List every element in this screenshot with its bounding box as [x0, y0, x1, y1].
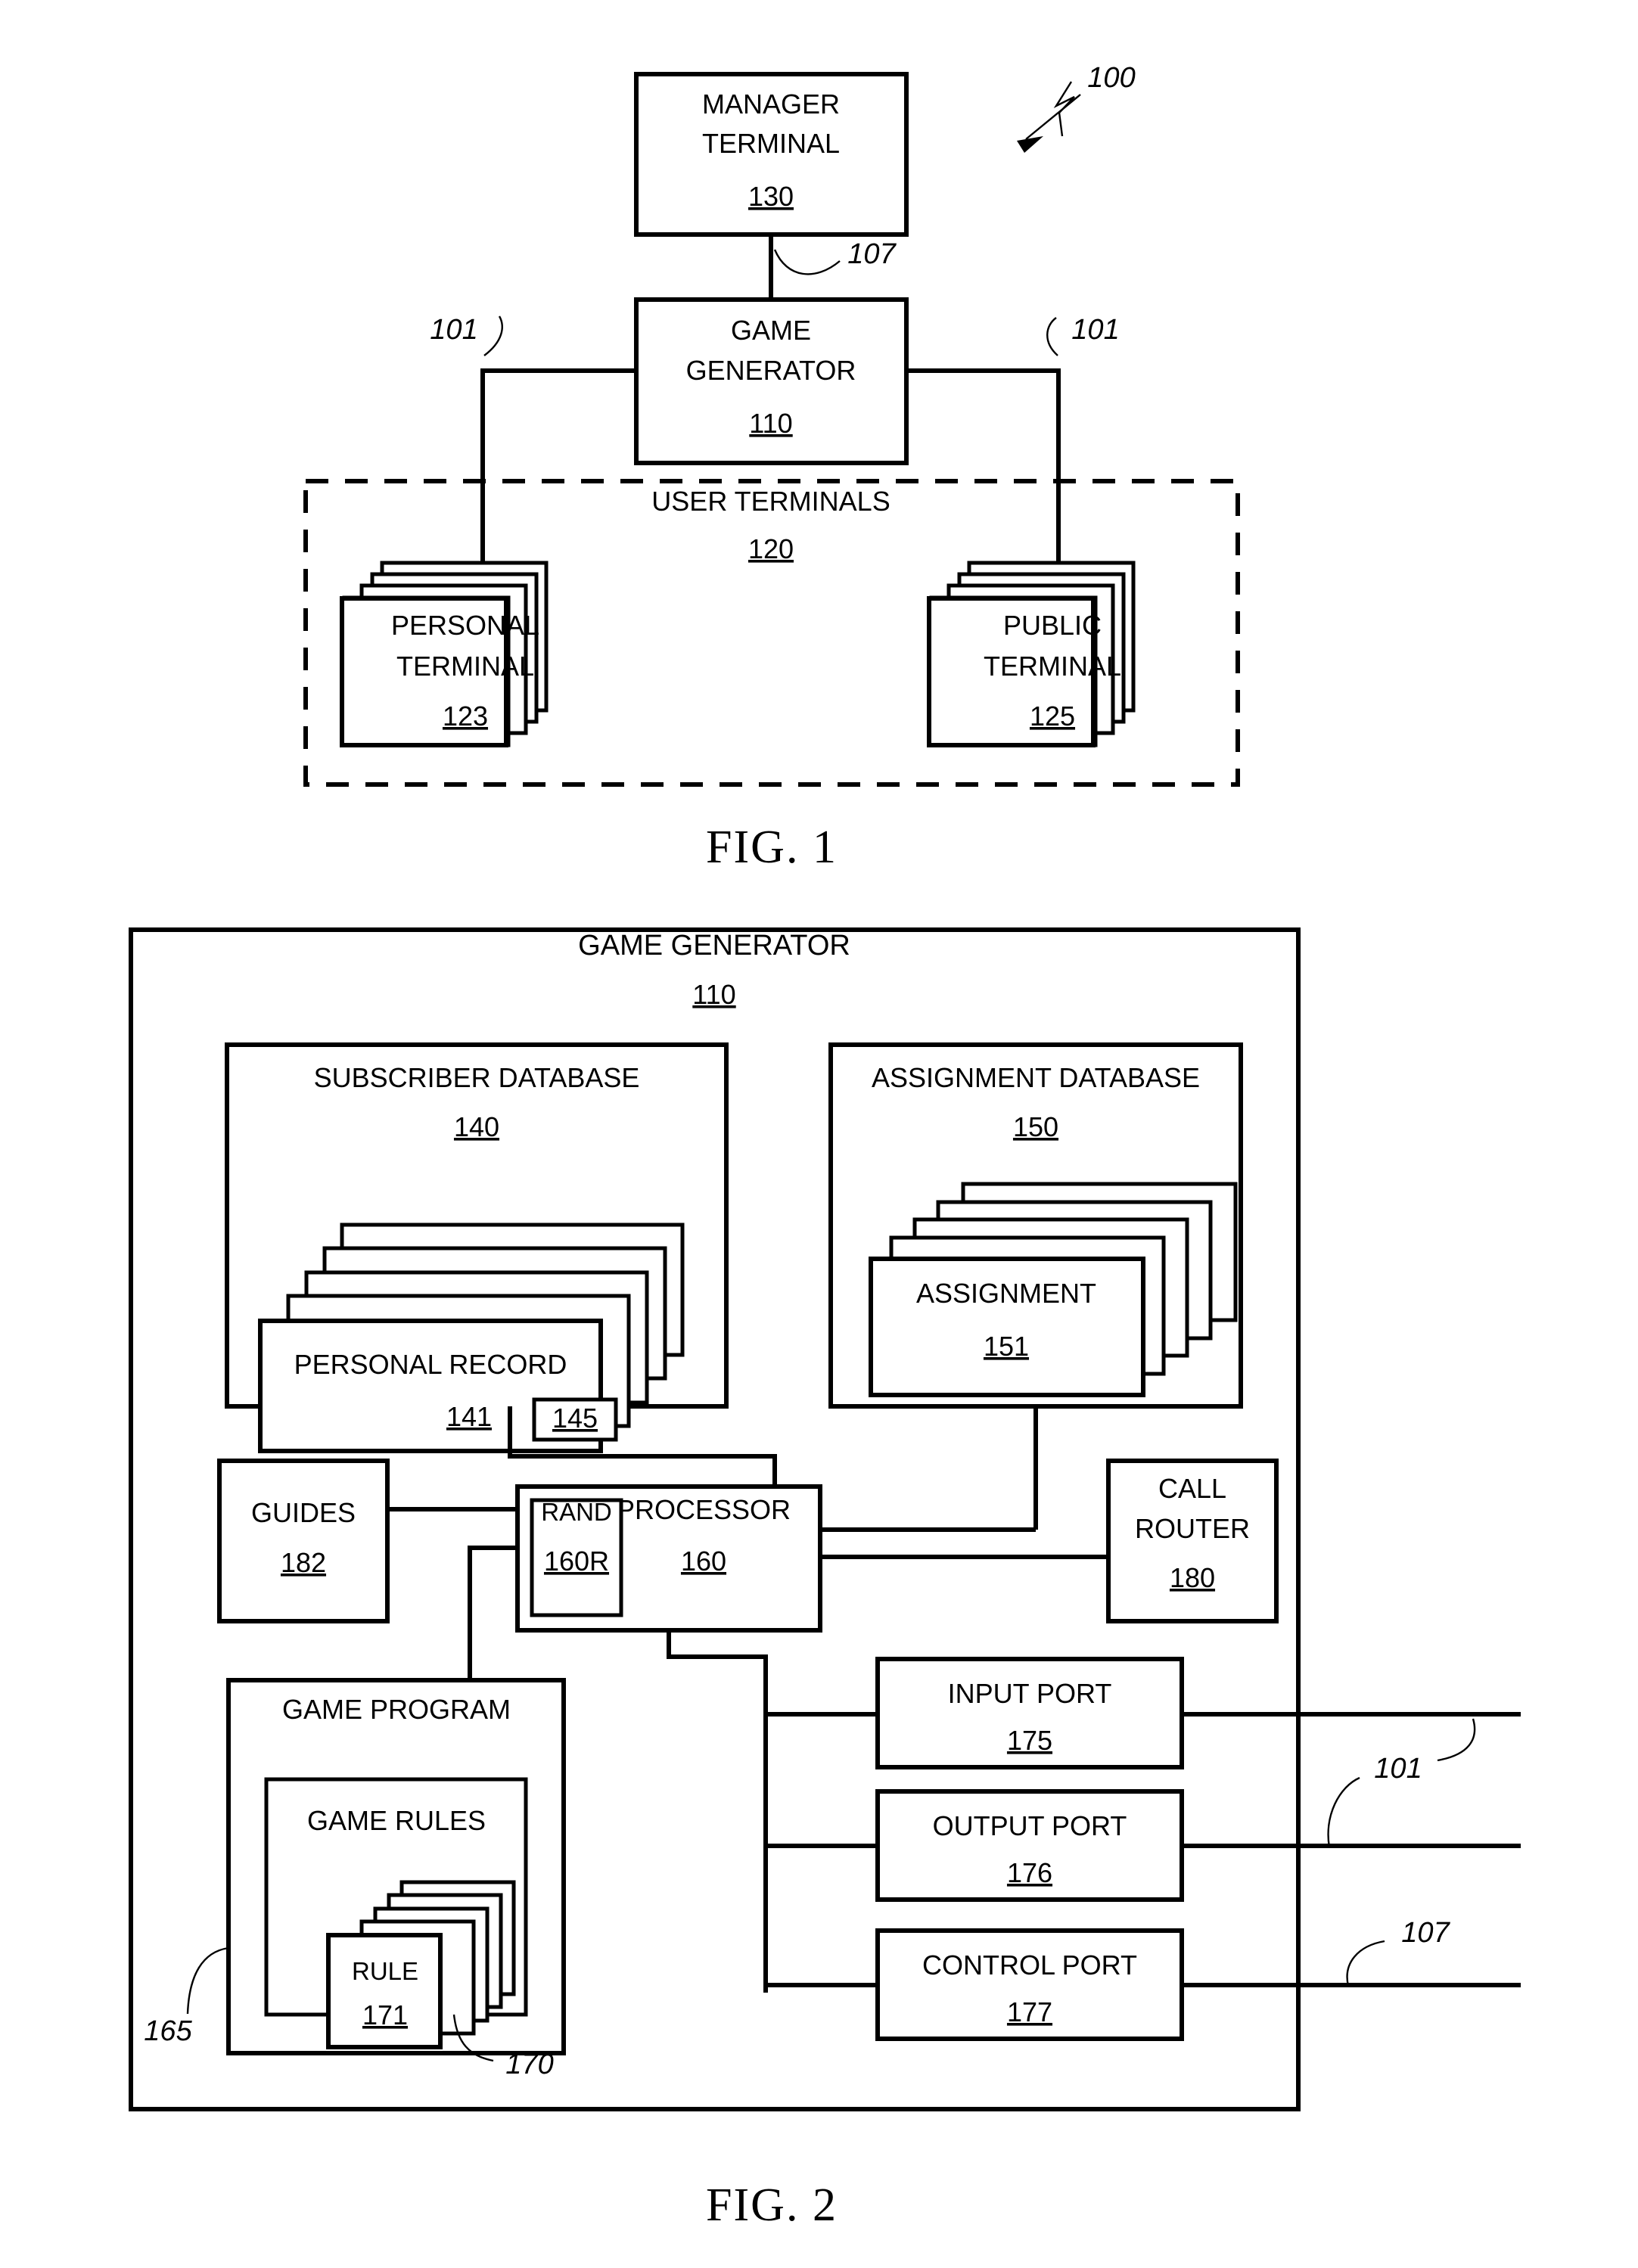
rand-label: RAND: [541, 1498, 612, 1526]
manager-terminal-ref: 130: [748, 181, 794, 212]
assignment-label: ASSIGNMENT: [916, 1278, 1096, 1309]
output-port-label: OUTPUT PORT: [933, 1810, 1127, 1841]
figure-1: MANAGER TERMINAL 130 107 100 GAME GENERA…: [303, 62, 1240, 873]
leader-107-fig1: 107: [773, 238, 897, 275]
input-port-label: INPUT PORT: [948, 1678, 1112, 1709]
figure-canvas: MANAGER TERMINAL 130 107 100 GAME GENERA…: [129, 62, 1521, 2231]
system-ref-100-label: 100: [1087, 62, 1135, 94]
processor-ref: 160: [681, 1546, 726, 1577]
subscriber-database-label: SUBSCRIBER DATABASE: [314, 1062, 640, 1093]
processor-label: PROCESSOR: [617, 1494, 791, 1525]
leader-101-right-label: 101: [1071, 314, 1119, 346]
game-generator-label-fig2: GAME GENERATOR: [578, 930, 850, 962]
block-game-rules[interactable]: GAME RULES RULE 171: [264, 1777, 528, 2049]
block-game-generator-fig1[interactable]: GAME GENERATOR 110: [634, 297, 909, 465]
block-output-port[interactable]: OUTPUT PORT 176: [875, 1789, 1184, 1902]
block-input-port[interactable]: INPUT PORT 175: [875, 1657, 1184, 1769]
block-manager-terminal[interactable]: MANAGER TERMINAL 130: [634, 72, 909, 237]
manager-terminal-label-line2: TERMINAL: [702, 128, 840, 159]
assignment-database-label: ASSIGNMENT DATABASE: [872, 1062, 1200, 1093]
personal-terminal-label-line1: PERSONAL: [391, 610, 539, 641]
system-ref-100: 100: [1017, 62, 1136, 153]
rule-ref: 171: [362, 1999, 408, 2030]
game-program-label: GAME PROGRAM: [282, 1694, 511, 1725]
guides-ref: 182: [281, 1547, 326, 1578]
game-generator-ref-fig2: 110: [692, 979, 735, 1010]
figure-1-caption: FIG. 1: [706, 822, 838, 873]
block-personal-record-stack[interactable]: PERSONAL RECORD 141 145: [258, 1223, 685, 1453]
figure-2: GAME GENERATOR 110 SUBSCRIBER DATABASE 1…: [129, 927, 1521, 2231]
game-generator-label-line2-fig1: GENERATOR: [686, 355, 856, 386]
personal-record-label: PERSONAL RECORD: [294, 1349, 567, 1380]
input-port-ref: 175: [1007, 1725, 1052, 1756]
leader-107-fig2: 107: [1346, 1917, 1451, 1987]
ref-100-arrowhead: [1017, 136, 1043, 153]
leader-107-fig2-label: 107: [1401, 1917, 1450, 1949]
block-personal-terminal-stack[interactable]: PERSONAL TERMINAL 123: [340, 561, 549, 747]
public-terminal-label-line2: TERMINAL: [984, 651, 1121, 682]
call-router-ref: 180: [1170, 1562, 1215, 1593]
leader-101-left-label: 101: [430, 314, 477, 346]
assignment-database-ref: 150: [1013, 1111, 1058, 1142]
user-terminals-ref: 120: [748, 533, 794, 564]
call-router-label-line2: ROUTER: [1135, 1513, 1250, 1544]
personal-terminal-label-line2: TERMINAL: [396, 651, 534, 682]
game-generator-label-line1-fig1: GAME: [731, 315, 811, 346]
block-control-port[interactable]: CONTROL PORT 177: [875, 1928, 1184, 2041]
leader-107-fig1-label: 107: [847, 238, 897, 270]
guides-box: [217, 1459, 390, 1623]
output-port-ref: 176: [1007, 1857, 1052, 1888]
control-port-ref: 177: [1007, 1996, 1052, 2027]
subscriber-database-ref: 140: [454, 1111, 499, 1142]
user-terminals-label: USER TERMINALS: [651, 486, 890, 517]
block-processor[interactable]: PROCESSOR 160 RAND 160R: [515, 1484, 822, 1633]
personal-terminal-ref: 123: [443, 701, 488, 732]
leader-101-fig2-label: 101: [1374, 1753, 1422, 1785]
public-terminal-label-line1: PUBLIC: [1003, 610, 1102, 641]
leader-101-right-fig1: 101: [1046, 314, 1120, 356]
block-call-router[interactable]: CALL ROUTER 180: [1106, 1459, 1279, 1623]
block-game-program[interactable]: GAME PROGRAM GAME RULES RULE 171: [226, 1678, 566, 2055]
block-assignment-database[interactable]: ASSIGNMENT DATABASE 150 ASSIGNMENT 151: [828, 1042, 1243, 1409]
block-guides[interactable]: GUIDES 182: [217, 1459, 390, 1623]
rand-ref: 160R: [544, 1546, 609, 1577]
call-router-label-line1: CALL: [1158, 1473, 1226, 1504]
manager-terminal-label-line1: MANAGER: [702, 89, 840, 120]
game-generator-ref-fig1: 110: [749, 408, 792, 439]
block-public-terminal-stack[interactable]: PUBLIC TERMINAL 125: [927, 561, 1136, 747]
figure-2-caption: FIG. 2: [706, 2179, 838, 2231]
game-rules-label: GAME RULES: [307, 1805, 486, 1836]
leader-165-label: 165: [144, 2015, 192, 2047]
personal-record-ref: 141: [446, 1401, 492, 1432]
patent-drawing-sheet: MANAGER TERMINAL 130 107 100 GAME GENERA…: [0, 0, 1638, 2268]
rule-label: RULE: [352, 1957, 418, 1985]
public-terminal-ref: 125: [1030, 701, 1075, 732]
block-subscriber-database[interactable]: SUBSCRIBER DATABASE 140 PERSONAL RECORD …: [225, 1042, 729, 1453]
leader-101-fig2: 101: [1327, 1718, 1476, 1848]
leader-170-label: 170: [505, 2049, 553, 2080]
leader-101-left-fig1: 101: [430, 314, 503, 356]
control-port-label: CONTROL PORT: [922, 1950, 1137, 1981]
block-rand[interactable]: RAND 160R: [530, 1498, 623, 1617]
personal-record-field-ref: 145: [552, 1403, 598, 1434]
assignment-ref: 151: [984, 1331, 1029, 1362]
guides-label: GUIDES: [251, 1497, 356, 1528]
